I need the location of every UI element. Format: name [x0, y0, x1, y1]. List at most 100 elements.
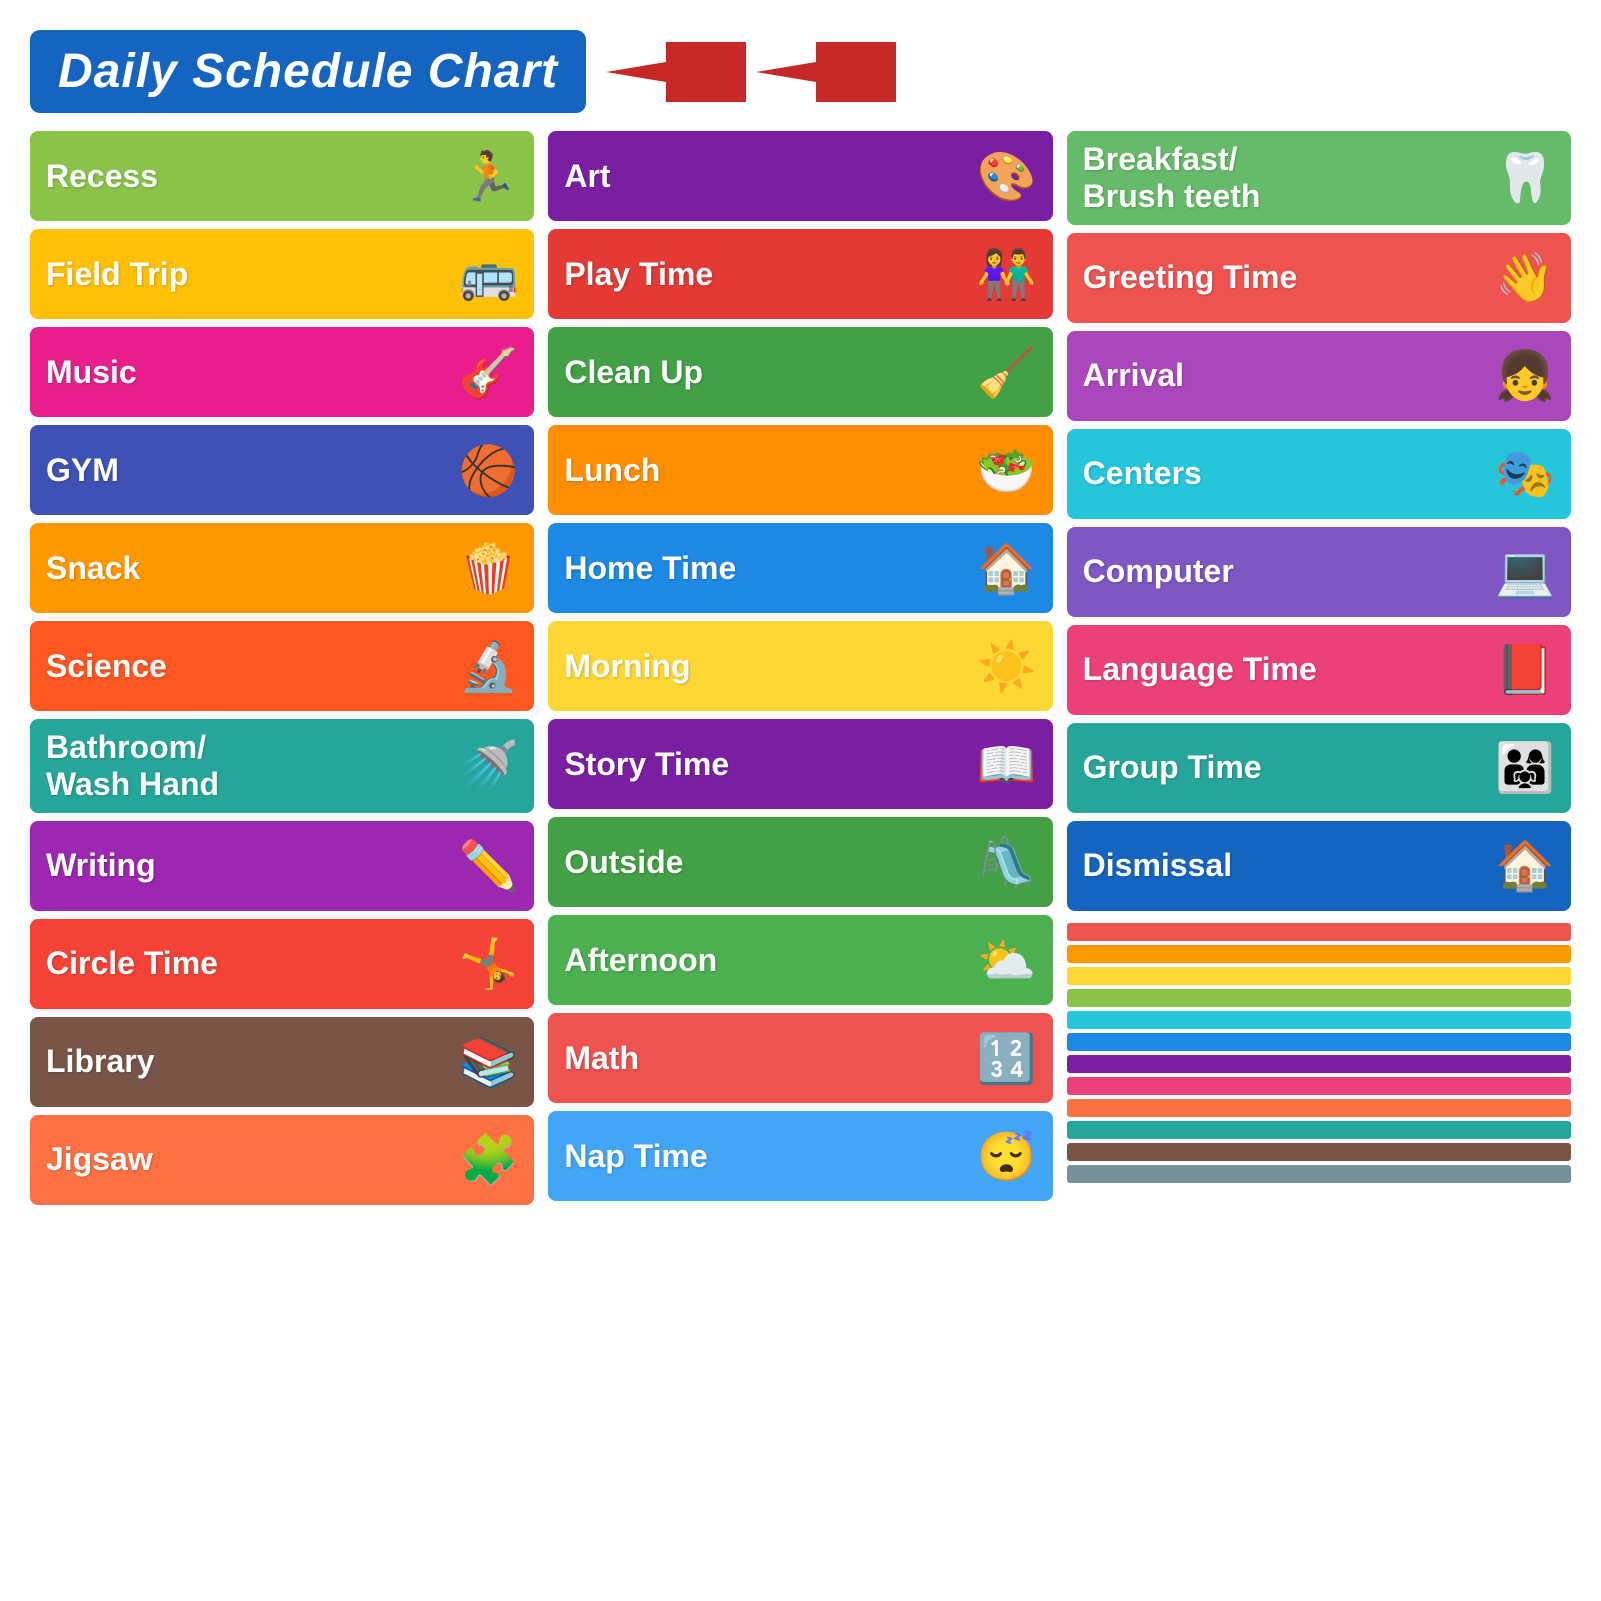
schedule-card: Nap Time 😴	[548, 1111, 1052, 1201]
schedule-card: Recess 🏃	[30, 131, 534, 221]
schedule-card: Science 🔬	[30, 621, 534, 711]
card-icon: 📕	[1495, 641, 1555, 698]
schedule-card: Jigsaw🧩	[30, 1115, 534, 1205]
color-strip	[1067, 1099, 1571, 1117]
title-banner: Daily Schedule Chart	[30, 30, 586, 113]
schedule-card: Dismissal 🏠	[1067, 821, 1571, 911]
schedule-card: Bathroom/ Wash Hand🚿	[30, 719, 534, 813]
card-icon: 👨‍👩‍👧	[1495, 739, 1555, 796]
card-icon: 🛝	[977, 834, 1037, 891]
color-strip	[1067, 1143, 1571, 1161]
color-strip	[1067, 1121, 1571, 1139]
card-label: Nap Time	[564, 1138, 707, 1175]
card-label: Science	[46, 648, 167, 685]
color-strip	[1067, 1165, 1571, 1183]
card-label: Afternoon	[564, 942, 717, 979]
color-strip	[1067, 967, 1571, 985]
color-strip	[1067, 945, 1571, 963]
card-icon: 👧	[1495, 347, 1555, 404]
schedule-card: Language Time 📕	[1067, 625, 1571, 715]
card-label: Math	[564, 1040, 639, 1077]
card-icon: 👫	[977, 246, 1037, 303]
card-label: Recess	[46, 158, 158, 195]
card-icon: 🔬	[459, 638, 519, 695]
card-label: GYM	[46, 452, 119, 489]
schedule-card: Greeting Time👋	[1067, 233, 1571, 323]
card-label: Lunch	[564, 452, 660, 489]
schedule-card: Morning ☀️	[548, 621, 1052, 711]
schedule-card: Circle Time 🤸	[30, 919, 534, 1009]
schedule-card: Clean Up 🧹	[548, 327, 1052, 417]
schedule-card: Library 📚	[30, 1017, 534, 1107]
card-label: Circle Time	[46, 945, 218, 982]
card-label: Centers	[1083, 455, 1202, 492]
card-icon: 🍿	[459, 540, 519, 597]
card-label: Breakfast/ Brush teeth	[1083, 141, 1261, 215]
card-icon: 📖	[977, 736, 1037, 793]
card-label: Clean Up	[564, 354, 703, 391]
card-icon: 💻	[1495, 543, 1555, 600]
arrow-container	[606, 37, 896, 107]
schedule-card: GYM🏀	[30, 425, 534, 515]
card-label: Field Trip	[46, 256, 188, 293]
card-icon: ⛅	[977, 932, 1037, 989]
color-strip	[1067, 1077, 1571, 1095]
card-label: Morning	[564, 648, 690, 685]
card-icon: ☀️	[977, 638, 1037, 695]
card-icon: 🎸	[459, 344, 519, 401]
card-label: Language Time	[1083, 651, 1317, 688]
card-label: Jigsaw	[46, 1141, 153, 1178]
schedule-card: Breakfast/ Brush teeth 🦷	[1067, 131, 1571, 225]
card-label: Home Time	[564, 550, 736, 587]
header-row: Daily Schedule Chart	[30, 30, 1571, 113]
schedule-card: Snack 🍿	[30, 523, 534, 613]
card-icon: 🤸	[459, 935, 519, 992]
arrow-icon-1	[606, 37, 746, 107]
card-label: Music	[46, 354, 137, 391]
card-label: Greeting Time	[1083, 259, 1298, 296]
card-label: Story Time	[564, 746, 729, 783]
card-icon: 🎨	[977, 148, 1037, 205]
card-label: Writing	[46, 847, 156, 884]
card-icon: 🏠	[1495, 837, 1555, 894]
column-2: Art 🎨 Play Time 👫 Clean Up 🧹 Lunch 🥗 Home Time 🏠 M…	[548, 131, 1052, 1571]
card-label: Play Time	[564, 256, 713, 293]
schedule-card: Field Trip 🚌	[30, 229, 534, 319]
main-container: Daily Schedule Chart Recess 🏃 Field Trip 🚌 M…	[0, 0, 1601, 1601]
card-icon: 🔢	[977, 1030, 1037, 1087]
card-label: Art	[564, 158, 610, 195]
card-label: Library	[46, 1043, 154, 1080]
card-icon: 😴	[977, 1128, 1037, 1185]
arrow-icon-2	[756, 37, 896, 107]
color-strip	[1067, 1011, 1571, 1029]
color-strip	[1067, 1033, 1571, 1051]
card-icon: 🦷	[1495, 149, 1555, 206]
card-icon: 🏃	[459, 148, 519, 205]
card-label: Outside	[564, 844, 683, 881]
schedule-card: Home Time 🏠	[548, 523, 1052, 613]
schedule-card: Music 🎸	[30, 327, 534, 417]
schedule-card: Computer 💻	[1067, 527, 1571, 617]
card-icon: 🥗	[977, 442, 1037, 499]
card-icon: 🚌	[459, 246, 519, 303]
schedule-card: Story Time 📖	[548, 719, 1052, 809]
card-label: Snack	[46, 550, 140, 587]
color-strip	[1067, 1055, 1571, 1073]
card-icon: 🧹	[977, 344, 1037, 401]
schedule-card: Group Time 👨‍👩‍👧	[1067, 723, 1571, 813]
card-icon: 🎭	[1495, 445, 1555, 502]
schedule-card: Afternoon ⛅	[548, 915, 1052, 1005]
schedule-card: Play Time 👫	[548, 229, 1052, 319]
schedule-card: Outside 🛝	[548, 817, 1052, 907]
card-icon: ✏️	[459, 837, 519, 894]
card-icon: 🏠	[977, 540, 1037, 597]
card-label: Dismissal	[1083, 847, 1232, 884]
card-label: Computer	[1083, 553, 1234, 590]
schedule-card: Writing ✏️	[30, 821, 534, 911]
card-label: Arrival	[1083, 357, 1184, 394]
schedule-card: Centers 🎭	[1067, 429, 1571, 519]
page-title: Daily Schedule Chart	[58, 44, 558, 99]
card-icon: 📚	[459, 1033, 519, 1090]
card-label: Group Time	[1083, 749, 1262, 786]
color-strips	[1067, 923, 1571, 1183]
